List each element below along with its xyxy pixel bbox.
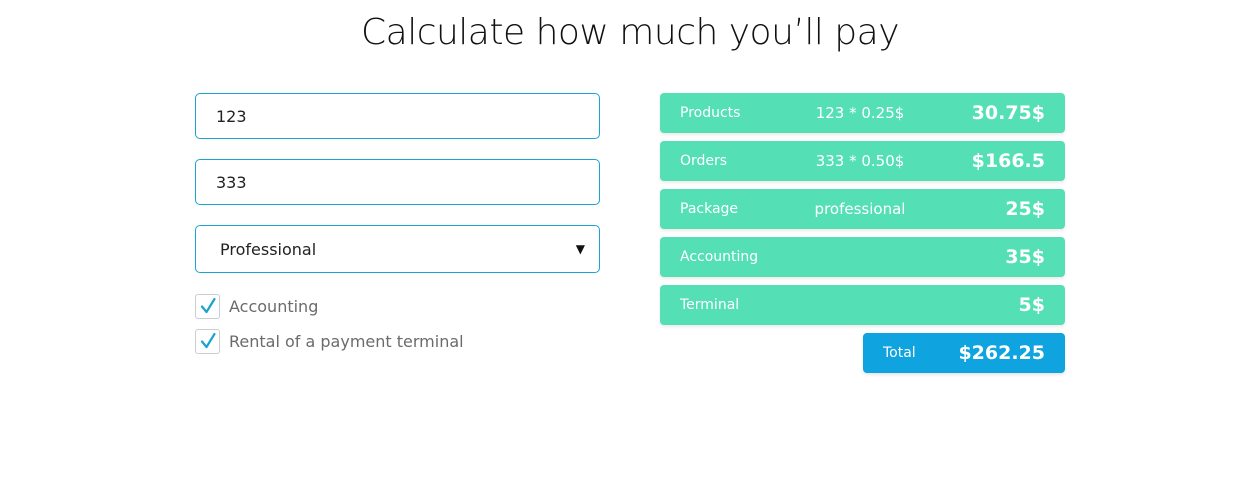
summary-row-label: Products	[680, 105, 741, 121]
terminal-option-label: Rental of a payment terminal	[229, 331, 464, 351]
orders-field[interactable]	[195, 159, 600, 205]
price-summary: Products 123 * 0.25$ 30.75$ Orders 333 *…	[660, 93, 1065, 373]
summary-row-label: Package	[680, 201, 739, 217]
summary-row-formula: 333 * 0.50$	[815, 152, 905, 170]
products-input[interactable]	[216, 106, 579, 126]
summary-row-package: Package professional 25$	[660, 189, 1065, 229]
summary-row-terminal: Terminal 5$	[660, 285, 1065, 325]
accounting-option-label: Accounting	[229, 296, 319, 316]
calculator-form: Professional ▼ Accounting Rental of a pa	[195, 93, 600, 363]
summary-row-amount: 35$	[1005, 246, 1045, 268]
summary-row-amount: $166.5	[971, 150, 1045, 172]
summary-row-amount: 25$	[1005, 198, 1045, 220]
summary-row-formula: 123 * 0.25$	[815, 104, 905, 122]
summary-row-label: Accounting	[680, 249, 759, 265]
terminal-checkbox[interactable]	[195, 328, 220, 354]
accounting-option[interactable]: Accounting	[195, 293, 600, 319]
options-list: Accounting Rental of a payment terminal	[195, 293, 600, 354]
products-field[interactable]	[195, 93, 600, 139]
terminal-option[interactable]: Rental of a payment terminal	[195, 328, 600, 354]
package-select[interactable]: Professional ▼	[195, 225, 600, 273]
checkmark-icon	[200, 297, 216, 314]
summary-row-accounting: Accounting 35$	[660, 237, 1065, 277]
summary-row-amount: 30.75$	[971, 102, 1045, 124]
caret-down-icon: ▼	[575, 242, 585, 256]
summary-row-orders: Orders 333 * 0.50$ $166.5	[660, 141, 1065, 181]
summary-row-formula: professional	[814, 200, 906, 218]
total-amount: $262.25	[958, 342, 1045, 364]
checkmark-icon	[200, 332, 216, 349]
total-box: Total $262.25	[863, 333, 1065, 373]
accounting-checkbox[interactable]	[195, 293, 220, 319]
orders-input[interactable]	[216, 172, 579, 192]
summary-row-amount: 5$	[1018, 294, 1045, 316]
total-label: Total	[883, 345, 916, 361]
summary-row-label: Terminal	[680, 297, 740, 313]
package-select-value: Professional	[220, 239, 317, 259]
page-title: Calculate how much you’ll pay	[361, 12, 900, 53]
summary-row-label: Orders	[680, 153, 728, 169]
summary-row-products: Products 123 * 0.25$ 30.75$	[660, 93, 1065, 133]
calculator-page: Calculate how much you’ll pay Profession…	[0, 0, 1252, 491]
